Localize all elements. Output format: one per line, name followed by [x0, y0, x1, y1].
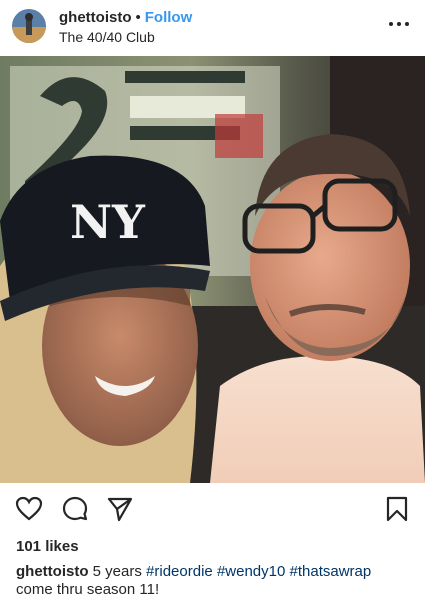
more-options-icon[interactable]: [387, 16, 411, 32]
username[interactable]: ghettoisto: [59, 9, 132, 26]
action-bar: [0, 483, 425, 531]
username-line: ghettoisto • Follow: [59, 9, 192, 26]
post-caption: ghettoisto 5 years #rideordie #wendy10 #…: [16, 563, 416, 599]
share-icon[interactable]: [106, 495, 134, 523]
comment-icon[interactable]: [61, 495, 89, 523]
hashtag-link[interactable]: #rideordie: [146, 563, 213, 580]
follow-button[interactable]: Follow: [145, 9, 193, 26]
post-header: ghettoisto • Follow The 40/40 Club: [0, 0, 425, 56]
likes-count[interactable]: 101 likes: [16, 538, 79, 555]
caption-text-continued: come thru season 11!: [16, 581, 160, 598]
bookmark-icon[interactable]: [383, 495, 411, 523]
caption-username[interactable]: ghettoisto: [16, 563, 89, 580]
hashtag-link[interactable]: #thatsawrap: [290, 563, 372, 580]
separator-dot: •: [135, 9, 141, 26]
hashtag-link[interactable]: #wendy10: [217, 563, 285, 580]
caption-text: 5 years: [92, 563, 142, 580]
location-link[interactable]: The 40/40 Club: [59, 29, 155, 45]
svg-text:NY: NY: [70, 195, 146, 249]
avatar[interactable]: [12, 9, 46, 43]
heart-icon[interactable]: [15, 495, 43, 523]
post-photo[interactable]: NY: [0, 56, 425, 483]
